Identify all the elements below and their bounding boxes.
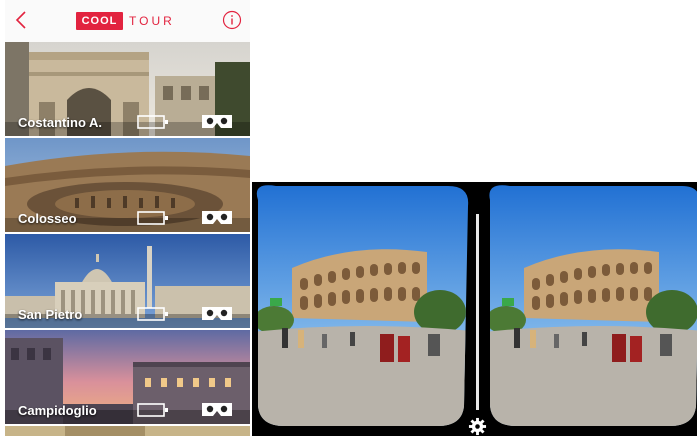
tour-label: Costantino A. [18, 115, 103, 130]
gear-icon[interactable] [468, 417, 487, 436]
vr-headset-icon[interactable] [201, 401, 233, 418]
colosseum-stereo-image [252, 182, 697, 436]
next-tour-image [5, 426, 250, 436]
logo-tour: TOUR [129, 14, 175, 28]
phone-view-icon[interactable] [137, 403, 169, 417]
tour-tile-san-pietro[interactable]: San Pietro [5, 234, 250, 328]
vr-stereo-view[interactable] [252, 182, 697, 436]
vr-headset-icon[interactable] [201, 113, 233, 130]
tour-label: San Pietro [18, 307, 83, 322]
back-button[interactable] [11, 6, 31, 34]
info-icon[interactable] [222, 10, 242, 30]
tour-list-screen: COOL TOUR Costantino A. Colosseo San Pie… [5, 0, 250, 436]
tour-tile-costantino[interactable]: Costantino A. [5, 42, 250, 136]
vr-headset-icon[interactable] [201, 209, 233, 226]
vr-headset-icon[interactable] [201, 305, 233, 322]
phone-view-icon[interactable] [137, 211, 169, 225]
lens-divider [476, 214, 479, 410]
phone-view-icon[interactable] [137, 307, 169, 321]
tour-tile-campidoglio[interactable]: Campidoglio [5, 330, 250, 424]
tour-tile-next[interactable] [5, 426, 250, 436]
app-header: COOL TOUR [5, 0, 250, 43]
logo-cool: COOL [76, 12, 123, 30]
tour-label: Colosseo [18, 211, 77, 226]
tour-tile-colosseo[interactable]: Colosseo [5, 138, 250, 232]
cool-tour-logo: COOL TOUR [76, 12, 175, 30]
phone-view-icon[interactable] [137, 115, 169, 129]
chevron-left-icon [15, 11, 26, 29]
tour-label: Campidoglio [18, 403, 97, 418]
